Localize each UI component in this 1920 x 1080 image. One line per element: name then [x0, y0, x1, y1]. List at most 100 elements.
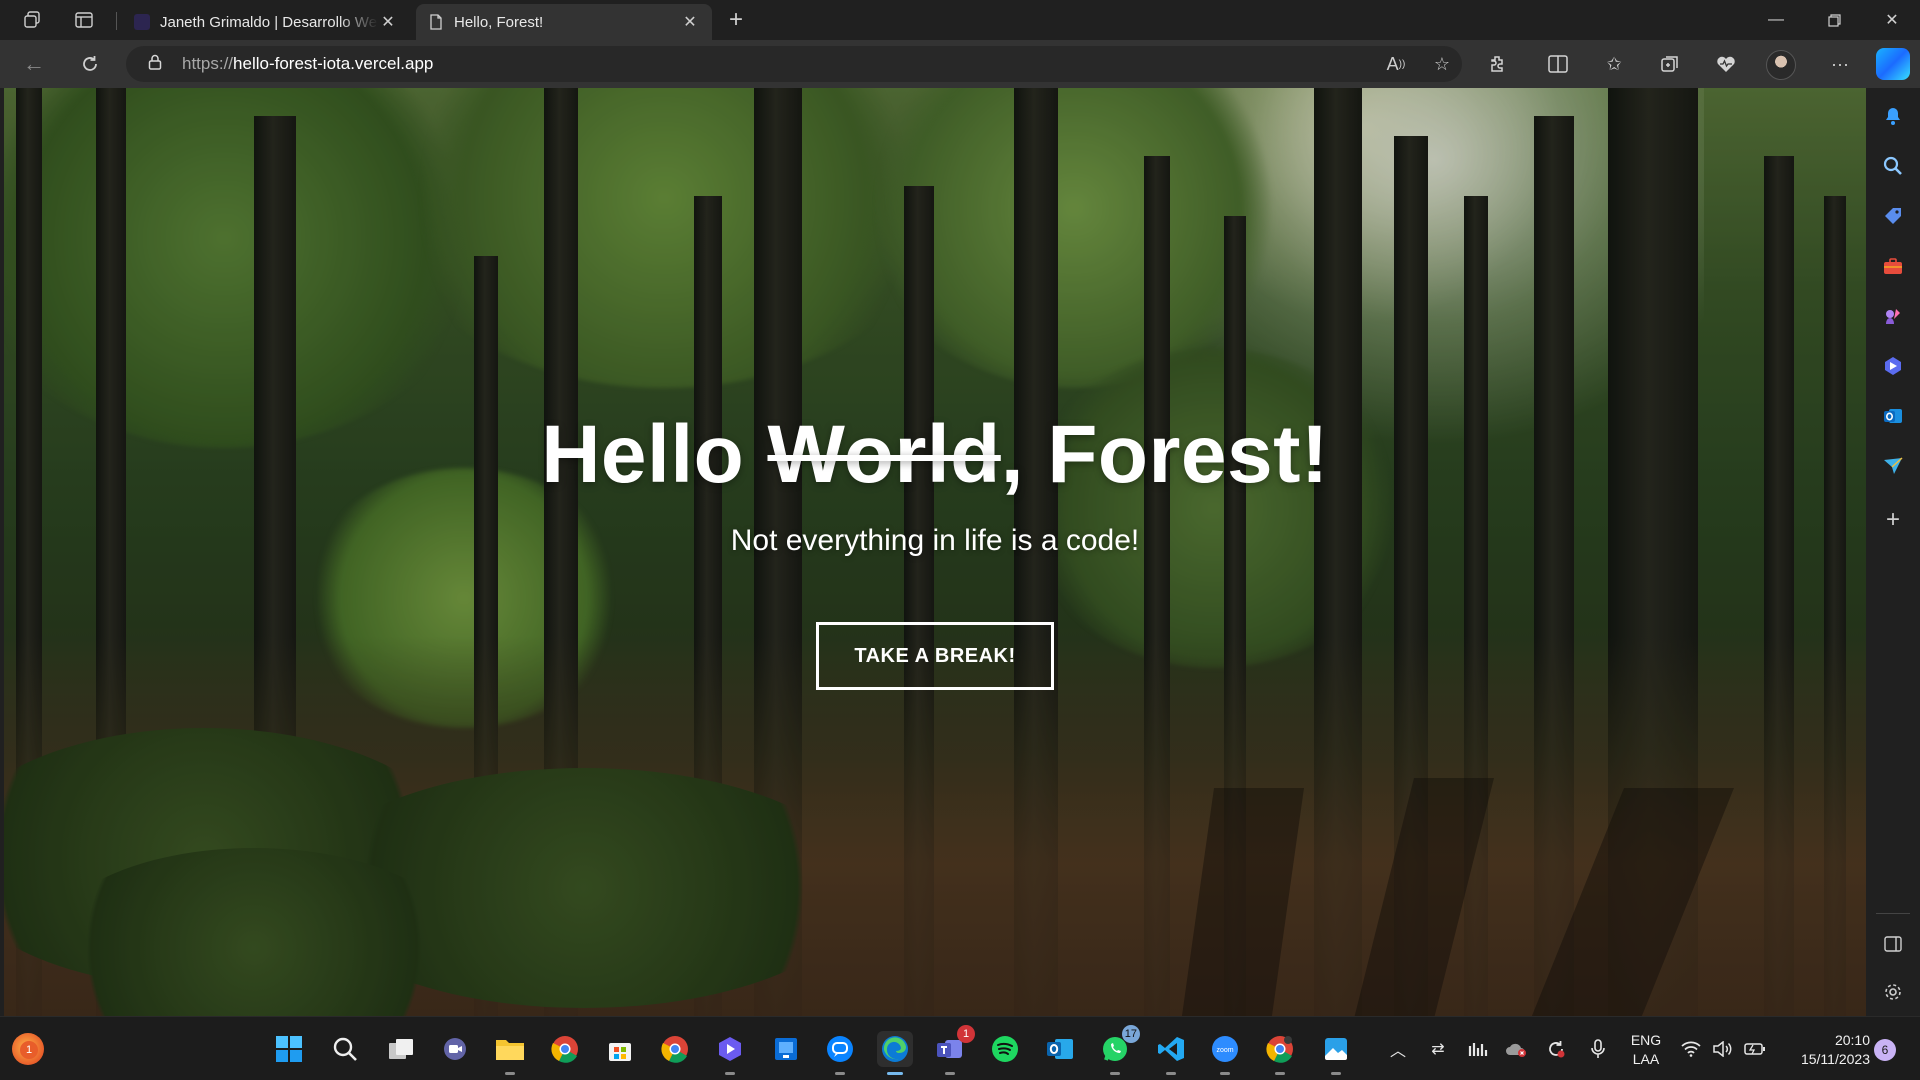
hero-section: Hello World, Forest! Not everything in l… — [4, 88, 1866, 1016]
edge-icon[interactable] — [877, 1031, 913, 1075]
vscode-icon[interactable] — [1153, 1031, 1189, 1075]
collections-icon[interactable] — [1652, 48, 1688, 80]
new-tab-button[interactable]: + — [720, 6, 752, 34]
title-struck-word: World — [767, 409, 1001, 500]
tray-audio-meter-icon[interactable] — [1462, 1017, 1494, 1080]
favorites-icon[interactable]: ✩ — [1596, 48, 1632, 80]
outlook-icon[interactable] — [1877, 400, 1909, 432]
tray-transfer-icon[interactable]: ⇄ — [1422, 1017, 1454, 1080]
running-indicator — [725, 1072, 735, 1075]
sync-icon[interactable] — [1540, 1017, 1572, 1080]
sidebar-settings-gear-icon[interactable] — [1877, 976, 1909, 1008]
whatsapp-badge: 17 — [1121, 1025, 1140, 1043]
running-indicator — [1331, 1072, 1341, 1075]
teams-chat-icon[interactable] — [437, 1031, 473, 1067]
teams-icon[interactable]: 1 — [932, 1025, 975, 1075]
show-hidden-icons-chevron[interactable]: ︿ — [1382, 1017, 1414, 1080]
notifications-bell-icon[interactable] — [1877, 100, 1909, 132]
workspaces-icon[interactable] — [16, 6, 48, 34]
chrome-alt-icon[interactable] — [1262, 1031, 1298, 1075]
url-host: hello-forest-iota.vercel.app — [233, 54, 434, 73]
tab-actions-icon[interactable] — [68, 6, 100, 34]
extensions-icon[interactable] — [1480, 48, 1516, 80]
settings-more-icon[interactable]: ··· — [1822, 48, 1858, 80]
tab-label: Janeth Grimaldo | Desarrollo Web — [160, 13, 378, 31]
battery-icon[interactable] — [1740, 1017, 1770, 1080]
browser-toolbar: ← https://hello-forest-iota.vercel.app A… — [0, 40, 1920, 88]
url-scheme: https:// — [182, 54, 234, 73]
windows-taskbar: 1 1 17 zoom ︿ ⇄ ENG LAA 20:10 15/11/2023… — [0, 1016, 1920, 1080]
close-window-button[interactable]: ✕ — [1864, 0, 1920, 40]
page-icon — [428, 14, 444, 30]
title-suffix: , Forest! — [1000, 409, 1329, 500]
lock-icon[interactable] — [148, 54, 166, 74]
running-indicator — [505, 1072, 515, 1075]
weather-badge: 1 — [20, 1041, 38, 1059]
refresh-button[interactable] — [72, 48, 108, 80]
copilot-icon[interactable] — [1876, 48, 1910, 80]
chrome-profile-icon[interactable] — [657, 1031, 693, 1067]
site-favicon-icon — [134, 14, 150, 30]
hero-title: Hello World, Forest! — [4, 408, 1866, 502]
running-indicator — [835, 1072, 845, 1075]
add-sidebar-app-icon[interactable]: + — [1877, 504, 1909, 536]
volume-icon[interactable] — [1708, 1017, 1738, 1080]
clock-date: 15/11/2023 — [1800, 1051, 1870, 1067]
tab-label: Hello, Forest! — [454, 13, 544, 31]
profile-avatar[interactable] — [1766, 50, 1796, 80]
running-indicator — [1166, 1072, 1176, 1075]
search-icon[interactable] — [327, 1031, 363, 1067]
tab-separator — [116, 12, 117, 30]
task-view-icon[interactable] — [383, 1031, 419, 1067]
running-indicator — [1275, 1072, 1285, 1075]
read-aloud-icon[interactable]: A)) — [1378, 46, 1414, 82]
shopping-tag-icon[interactable] — [1877, 200, 1909, 232]
tab-janeth-grimaldo[interactable]: Janeth Grimaldo | Desarrollo Web ✕ — [122, 4, 410, 40]
copilot-app-icon[interactable] — [712, 1031, 748, 1075]
running-indicator — [887, 1072, 903, 1075]
take-a-break-button[interactable]: TAKE A BREAK! — [816, 622, 1054, 690]
zoom-icon[interactable]: zoom — [1207, 1031, 1243, 1075]
hide-sidebar-icon[interactable] — [1877, 928, 1909, 960]
edge-sidebar: + — [1866, 88, 1920, 1016]
outlook-taskbar-icon[interactable] — [1042, 1031, 1078, 1067]
close-tab-icon[interactable]: ✕ — [680, 12, 700, 32]
tab-hello-forest[interactable]: Hello, Forest! ✕ — [416, 4, 712, 40]
wifi-icon[interactable] — [1676, 1017, 1706, 1080]
running-indicator — [1220, 1072, 1230, 1075]
spotify-icon[interactable] — [987, 1031, 1023, 1067]
address-bar[interactable]: https://hello-forest-iota.vercel.app A))… — [126, 46, 1462, 82]
language-code: ENG — [1630, 1032, 1662, 1048]
file-explorer-icon[interactable] — [492, 1031, 528, 1075]
url-text[interactable]: https://hello-forest-iota.vercel.app — [182, 54, 433, 74]
photos-app-icon[interactable] — [1318, 1031, 1354, 1075]
weather-widget-icon[interactable]: 1 — [12, 1033, 44, 1065]
restore-button[interactable] — [1806, 0, 1862, 40]
close-tab-icon[interactable]: ✕ — [378, 12, 398, 32]
split-screen-icon[interactable] — [1540, 48, 1576, 80]
start-button-icon[interactable] — [271, 1031, 307, 1067]
sidebar-divider — [1876, 913, 1910, 914]
messenger-icon[interactable] — [822, 1031, 858, 1075]
hero-subtitle: Not everything in life is a code! — [730, 524, 1140, 557]
browser-essentials-icon[interactable] — [1708, 48, 1744, 80]
language-indicator[interactable]: ENG LAA — [1624, 1031, 1668, 1069]
clock-time: 20:10 — [1834, 1032, 1870, 1048]
back-button[interactable]: ← — [16, 48, 52, 80]
favorite-star-icon[interactable]: ☆ — [1424, 46, 1460, 82]
search-icon[interactable] — [1877, 150, 1909, 182]
send-icon[interactable] — [1877, 450, 1909, 482]
games-icon[interactable] — [1877, 300, 1909, 332]
microphone-icon[interactable] — [1582, 1017, 1614, 1080]
chrome-icon[interactable] — [547, 1031, 583, 1067]
notification-center-badge[interactable]: 6 — [1874, 1039, 1896, 1061]
clock[interactable]: 20:10 15/11/2023 — [1776, 1031, 1870, 1069]
onedrive-error-icon[interactable] — [1500, 1017, 1532, 1080]
keyboard-layout: LAA — [1632, 1051, 1660, 1067]
microsoft-store-icon[interactable] — [602, 1031, 638, 1067]
tools-briefcase-icon[interactable] — [1877, 250, 1909, 282]
whatsapp-icon[interactable]: 17 — [1097, 1025, 1140, 1075]
minimize-button[interactable]: — — [1748, 0, 1804, 40]
blue-app-icon[interactable] — [768, 1031, 804, 1067]
copilot-sidebar-icon[interactable] — [1877, 350, 1909, 382]
